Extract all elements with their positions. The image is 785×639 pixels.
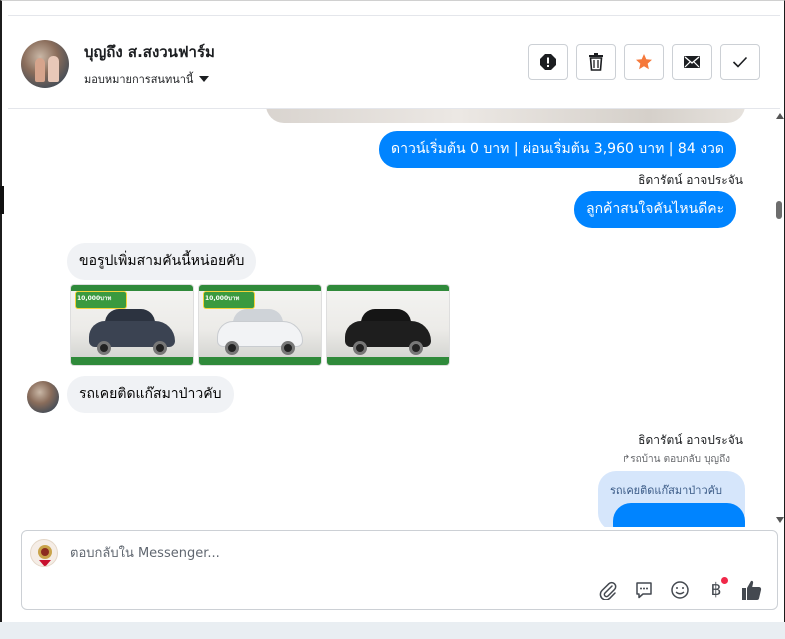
- delete-button[interactable]: [576, 44, 616, 80]
- previous-image-attachment[interactable]: [266, 109, 745, 123]
- car-photo-3[interactable]: [326, 284, 450, 366]
- page-avatar: [30, 539, 58, 567]
- payment-button[interactable]: ฿: [703, 577, 729, 603]
- notification-dot: [721, 577, 728, 584]
- assign-conversation-dropdown[interactable]: มอบหมายการสนทนานี้: [84, 70, 210, 88]
- message-outgoing[interactable]: ดาวน์เริ่มต้น 0 บาท | ผ่อนเริ่มต้น 3,960…: [379, 131, 736, 168]
- smiley-icon: [671, 581, 689, 599]
- mark-unread-button[interactable]: [672, 44, 712, 80]
- window-edge-marker: [0, 186, 4, 214]
- saved-replies-button[interactable]: [631, 577, 657, 603]
- reply-input[interactable]: [70, 543, 750, 563]
- sender-name: ธิดารัตน์ อาจประจัน: [638, 433, 743, 447]
- message-thread[interactable]: ดาวน์เริ่มต้น 0 บาท | ผ่อนเริ่มต้น 3,960…: [8, 109, 774, 527]
- scroll-thumb[interactable]: [776, 201, 782, 219]
- reply-arrow-icon: ↱: [621, 454, 631, 465]
- message-incoming[interactable]: ขอรูปเพิ่มสามคันนี้หน่อยคับ: [67, 243, 257, 280]
- mark-done-button[interactable]: [720, 44, 760, 80]
- mark-spam-button[interactable]: [528, 44, 568, 80]
- star-button[interactable]: [624, 44, 664, 80]
- like-button[interactable]: [739, 577, 765, 603]
- header-actions: [528, 44, 760, 80]
- scroll-down-arrow[interactable]: [776, 517, 784, 523]
- speech-bubble-icon: [636, 582, 652, 599]
- caret-down-icon: [199, 76, 210, 82]
- thumbs-up-icon: [742, 580, 762, 600]
- trash-icon: [589, 53, 603, 71]
- message-outgoing[interactable]: ลูกค้าสนใจคันไหนดีคะ: [574, 191, 737, 228]
- composer-tools: ฿: [595, 577, 765, 603]
- message-composer: ฿: [21, 530, 778, 610]
- assign-label: มอบหมายการสนทนานี้: [84, 73, 194, 86]
- reply-indicator: ↱รถบ้าน ตอบกลับ บุญถึง: [622, 452, 730, 467]
- contact-avatar[interactable]: [21, 40, 69, 88]
- contact-avatar-small[interactable]: [27, 381, 59, 413]
- emoji-button[interactable]: [667, 577, 693, 603]
- contact-name[interactable]: บุญถึง ส.สงวนฟาร์ม: [84, 40, 215, 64]
- promo-text: 10,000บาท: [77, 295, 112, 302]
- scroll-up-arrow[interactable]: [776, 113, 784, 119]
- envelope-icon: [684, 56, 700, 68]
- car-photo-1[interactable]: 10,000บาท: [70, 284, 194, 366]
- alert-icon: [540, 54, 556, 70]
- conversation-header: บุญถึง ส.สงวนฟาร์ม มอบหมายการสนทนานี้: [8, 15, 780, 109]
- page-background: [0, 622, 785, 639]
- attach-button[interactable]: [595, 577, 621, 603]
- star-icon: [636, 54, 652, 70]
- baht-icon: ฿: [710, 580, 722, 600]
- thread-scrollbar[interactable]: [774, 109, 785, 527]
- promo-text: 10,000บาท: [205, 295, 240, 302]
- page-logo-icon: [38, 545, 52, 566]
- message-outgoing-partial[interactable]: [613, 503, 745, 527]
- check-icon: [732, 56, 748, 68]
- avatar-figure: [35, 58, 45, 82]
- sender-name: ธิดารัตน์ อาจประจัน: [638, 173, 743, 187]
- car-photo-2[interactable]: 10,000บาท: [198, 284, 322, 366]
- paperclip-icon: [599, 581, 617, 600]
- message-incoming[interactable]: รถเคยติดแก๊สมาป่าวคับ: [67, 376, 234, 413]
- avatar-figure: [48, 56, 59, 82]
- reply-note-text: รถบ้าน ตอบกลับ บุญถึง: [630, 454, 730, 465]
- messenger-window: บุญถึง ส.สงวนฟาร์ม มอบหมายการสนทนานี้ ดา…: [0, 0, 785, 622]
